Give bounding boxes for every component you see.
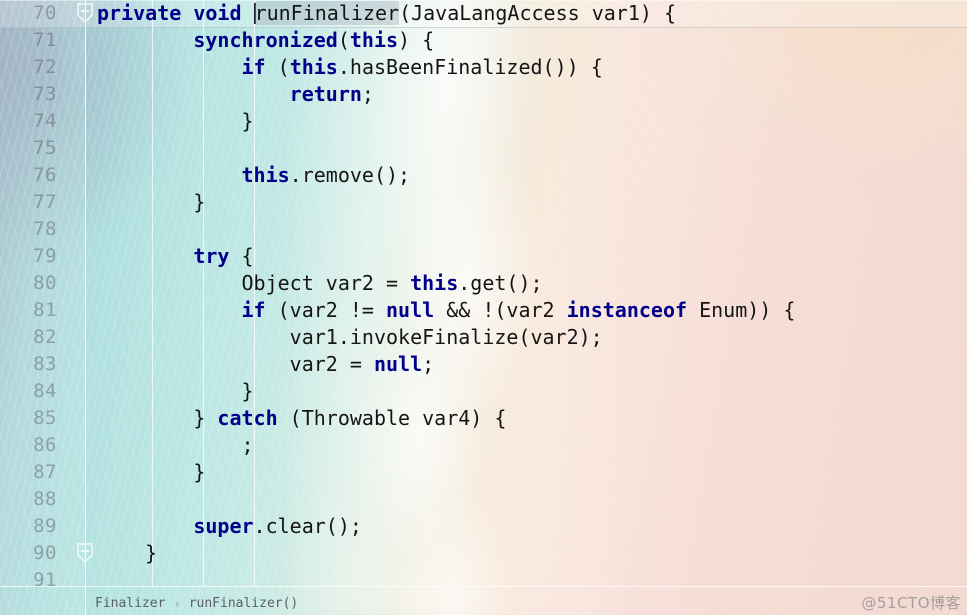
code-token: Object var2 = xyxy=(97,271,411,295)
code-token: } xyxy=(97,379,254,403)
keyword-token: if xyxy=(241,55,266,79)
breadcrumb-item[interactable]: runFinalizer() xyxy=(189,596,299,611)
code-line[interactable]: super.clear(); xyxy=(97,513,362,540)
code-line[interactable]: } xyxy=(97,108,254,135)
keyword-token: return xyxy=(289,82,362,106)
code-token: Enum)) { xyxy=(687,298,796,322)
code-token: ( xyxy=(337,28,350,52)
code-line[interactable]: } xyxy=(97,540,157,567)
code-line[interactable]: Object var2 = this.get(); xyxy=(97,270,543,297)
code-token: ) { xyxy=(398,28,435,52)
code-token: } xyxy=(97,109,254,133)
breadcrumb[interactable]: Finalizer › runFinalizer() xyxy=(95,592,298,615)
keyword-token: this xyxy=(289,55,338,79)
code-token: { xyxy=(229,244,254,268)
code-token: } xyxy=(97,190,206,214)
keyword-token: this xyxy=(349,28,399,52)
code-line[interactable]: if (this.hasBeenFinalized()) { xyxy=(97,54,603,81)
keyword-token: void xyxy=(193,1,242,25)
keyword-token: null xyxy=(386,298,435,322)
keyword-token: synchronized xyxy=(193,28,338,52)
code-token: .get(); xyxy=(458,271,543,295)
keyword-token: null xyxy=(373,352,423,376)
ide-editor-window: 70 71 72 73 74 75 76 77 78 79 80 81 82 83 84 85 86 87 88 89… xyxy=(0,0,967,615)
code-token: ( xyxy=(265,55,290,79)
keyword-token: private xyxy=(97,1,182,25)
code-editor[interactable]: 70 71 72 73 74 75 76 77 78 79 80 81 82 83 84 85 86 87 88 89… xyxy=(0,0,967,615)
code-token: ; xyxy=(422,352,435,376)
code-line[interactable]: if (var2 != null && !(var2 instanceof En… xyxy=(97,297,796,324)
code-line[interactable]: this.remove(); xyxy=(97,162,411,189)
keyword-token: this xyxy=(410,271,459,295)
keyword-token: catch xyxy=(217,406,278,430)
code-line[interactable]: var1.invokeFinalize(var2); xyxy=(97,324,603,351)
code-token: var2 = xyxy=(97,352,374,376)
code-token: (var2 != xyxy=(265,298,387,322)
code-token: (Throwable var4) { xyxy=(277,406,507,430)
code-line[interactable]: } xyxy=(97,459,205,486)
breadcrumb-item[interactable]: Finalizer xyxy=(95,596,165,611)
keyword-token: instanceof xyxy=(566,298,688,322)
code-line[interactable]: } xyxy=(97,378,254,405)
code-line[interactable]: return; xyxy=(97,81,374,108)
code-token: } xyxy=(97,460,206,484)
code-token: (JavaLangAccess var1) { xyxy=(399,1,677,25)
code-line[interactable]: try { xyxy=(97,243,254,270)
keyword-token: super xyxy=(193,514,254,538)
code-line[interactable]: ; xyxy=(97,432,254,459)
code-token: } xyxy=(97,541,158,565)
code-line[interactable]: private void runFinalizer(JavaLangAccess… xyxy=(97,0,676,27)
code-line[interactable]: synchronized(this) { xyxy=(97,27,434,54)
code-line[interactable]: } xyxy=(97,189,205,216)
code-token: var1.invokeFinalize(var2); xyxy=(97,325,603,349)
keyword-token: this xyxy=(241,163,290,187)
code-token: .clear(); xyxy=(253,514,362,538)
keyword-token: try xyxy=(193,244,230,268)
code-token: .remove(); xyxy=(289,163,411,187)
code-text-area[interactable]: private void runFinalizer(JavaLangAccess… xyxy=(0,0,967,615)
code-token: && !(var2 xyxy=(434,298,567,322)
code-token: .hasBeenFinalized()) { xyxy=(337,55,603,79)
breadcrumb-divider xyxy=(0,586,967,587)
code-token: ; xyxy=(361,82,374,106)
keyword-token: if xyxy=(241,298,266,322)
code-line[interactable]: var2 = null; xyxy=(97,351,435,378)
breadcrumb-separator-icon: › xyxy=(173,596,181,611)
code-line[interactable]: } catch (Throwable var4) { xyxy=(97,405,506,432)
code-token: ; xyxy=(97,433,254,457)
watermark: @51CTO博客 xyxy=(861,594,961,612)
code-token: } xyxy=(97,406,218,430)
highlighted-identifier: runFinalizer xyxy=(254,1,400,25)
